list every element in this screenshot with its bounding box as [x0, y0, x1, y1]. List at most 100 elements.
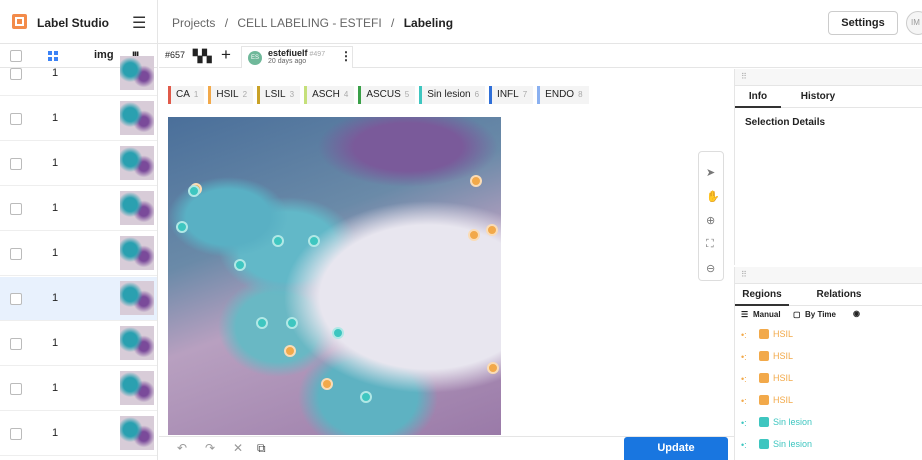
- settings-button[interactable]: Settings: [828, 11, 898, 35]
- top-bar: Label Studio ☰ Projects / CELL LABELING …: [0, 0, 922, 44]
- pointer-icon[interactable]: ➤: [706, 166, 715, 179]
- label-name: INFL: [497, 89, 519, 100]
- row-thumbnail: [120, 191, 154, 225]
- zoom-in-icon[interactable]: ⊕: [706, 214, 715, 227]
- label-choice[interactable]: Sin lesion 6: [419, 86, 486, 104]
- label-choice[interactable]: ENDO 8: [537, 86, 589, 104]
- row-thumbnail: [120, 56, 154, 90]
- annotation-tab[interactable]: ES estefiuelf #497 20 days ago ⋮: [241, 46, 353, 68]
- task-row[interactable]: 1: [0, 412, 157, 456]
- divider: [157, 0, 158, 44]
- label-name: ASCUS: [366, 89, 401, 100]
- fit-screen-icon[interactable]: ⛶: [706, 238, 714, 251]
- task-id: #657: [165, 50, 186, 60]
- visibility-eye-icon[interactable]: ◉: [853, 309, 860, 318]
- region-item[interactable]: •: Sin lesion: [735, 412, 922, 434]
- row-value: 1: [52, 202, 59, 214]
- label-choice[interactable]: ASCH 4: [304, 86, 355, 104]
- task-row[interactable]: 1: [0, 187, 157, 231]
- hand-pan-icon[interactable]: ✋: [706, 190, 720, 203]
- image-tools: ➤ ✋ ⊕ ⛶ ⊖: [698, 151, 724, 281]
- keypoint-sin-lesion[interactable]: [234, 259, 246, 271]
- manual-sort-icon[interactable]: ☰: [741, 310, 748, 319]
- cell-image[interactable]: [168, 117, 501, 435]
- tab-info[interactable]: Info: [735, 86, 781, 108]
- tab-relations[interactable]: Relations: [807, 284, 871, 306]
- info-panel: ⠿ Info History Selection Details: [734, 69, 922, 265]
- keypoint-sin-lesion[interactable]: [308, 235, 320, 247]
- row-checkbox[interactable]: [10, 158, 22, 170]
- redo-icon[interactable]: ↷: [205, 441, 215, 455]
- keypoint-sin-lesion[interactable]: [176, 221, 188, 233]
- tab-regions[interactable]: Regions: [735, 284, 789, 306]
- region-item[interactable]: •: HSIL: [735, 390, 922, 412]
- keypoint-hsil[interactable]: [470, 175, 482, 187]
- row-checkbox[interactable]: [10, 248, 22, 260]
- task-list: img III 111111111: [0, 44, 158, 460]
- reset-icon[interactable]: ✕: [233, 441, 243, 455]
- label-choice[interactable]: CA 1: [168, 86, 205, 104]
- row-value: 1: [52, 382, 59, 394]
- keypoint-hsil[interactable]: [468, 229, 480, 241]
- zoom-out-icon[interactable]: ⊖: [706, 262, 715, 275]
- row-checkbox[interactable]: [10, 113, 22, 125]
- keypoint-region-icon: •:: [741, 396, 747, 406]
- regions-sort-bar: ☰ Manual ▢ By Time ◉: [735, 306, 922, 324]
- region-item[interactable]: •: HSIL: [735, 324, 922, 346]
- keypoint-sin-lesion[interactable]: [256, 317, 268, 329]
- task-row[interactable]: 1: [0, 232, 157, 276]
- keypoint-hsil[interactable]: [486, 224, 498, 236]
- label-hotkey: 3: [289, 90, 295, 99]
- task-row[interactable]: 1: [0, 142, 157, 186]
- keypoint-region-icon: •:: [741, 330, 747, 340]
- keypoint-sin-lesion[interactable]: [360, 391, 372, 403]
- region-item[interactable]: •: Sin lesion: [735, 434, 922, 456]
- breadcrumb-projects[interactable]: Projects: [172, 16, 215, 30]
- add-annotation-icon[interactable]: +: [221, 45, 231, 65]
- settings-sliders-icon[interactable]: ⧉: [257, 441, 266, 456]
- row-checkbox[interactable]: [10, 428, 22, 440]
- user-avatar[interactable]: IM: [906, 11, 922, 35]
- panel-drag-handle[interactable]: ⠿: [735, 69, 922, 86]
- tab-history[interactable]: History: [793, 86, 843, 108]
- keypoint-hsil[interactable]: [321, 378, 333, 390]
- row-checkbox[interactable]: [10, 68, 22, 80]
- region-item[interactable]: •: HSIL: [735, 368, 922, 390]
- row-checkbox[interactable]: [10, 338, 22, 350]
- breadcrumb-project[interactable]: CELL LABELING - ESTEFI: [237, 16, 381, 30]
- keypoint-sin-lesion[interactable]: [332, 327, 344, 339]
- label-choice[interactable]: ASCUS 5: [358, 86, 416, 104]
- keypoint-hsil[interactable]: [284, 345, 296, 357]
- app-name: Label Studio: [37, 16, 109, 30]
- region-item[interactable]: •: HSIL: [735, 346, 922, 368]
- row-checkbox[interactable]: [10, 383, 22, 395]
- row-thumbnail: [120, 236, 154, 270]
- keypoint-sin-lesion[interactable]: [272, 235, 284, 247]
- by-time-sort-label[interactable]: By Time: [805, 310, 836, 319]
- region-label-badge: [759, 373, 769, 383]
- row-checkbox[interactable]: [10, 203, 22, 215]
- update-button[interactable]: Update: [624, 437, 728, 460]
- undo-icon[interactable]: ↶: [177, 441, 187, 455]
- keypoint-sin-lesion[interactable]: [286, 317, 298, 329]
- hamburger-menu-icon[interactable]: ☰: [132, 13, 146, 33]
- task-row[interactable]: 1: [0, 322, 157, 366]
- label-choice[interactable]: HSIL 2: [208, 86, 254, 104]
- row-checkbox[interactable]: [10, 293, 22, 305]
- task-row[interactable]: 1: [0, 277, 157, 321]
- keypoint-hsil[interactable]: [487, 362, 499, 374]
- panel-drag-handle[interactable]: ⠿: [735, 267, 922, 284]
- label-choice[interactable]: LSIL 3: [257, 86, 301, 104]
- by-time-sort-icon[interactable]: ▢: [793, 310, 801, 319]
- task-row[interactable]: 1: [0, 367, 157, 411]
- qr-grid-icon[interactable]: ▚▚: [193, 49, 211, 63]
- task-row[interactable]: 1: [0, 97, 157, 141]
- task-row[interactable]: 1: [0, 52, 157, 96]
- keypoint-region-icon: •:: [741, 418, 747, 428]
- region-label-badge: [759, 417, 769, 427]
- row-thumbnail: [120, 146, 154, 180]
- keypoint-sin-lesion[interactable]: [188, 185, 200, 197]
- manual-sort-label[interactable]: Manual: [753, 310, 781, 319]
- more-options-icon[interactable]: ⋮: [340, 49, 352, 63]
- label-choice[interactable]: INFL 7: [489, 86, 534, 104]
